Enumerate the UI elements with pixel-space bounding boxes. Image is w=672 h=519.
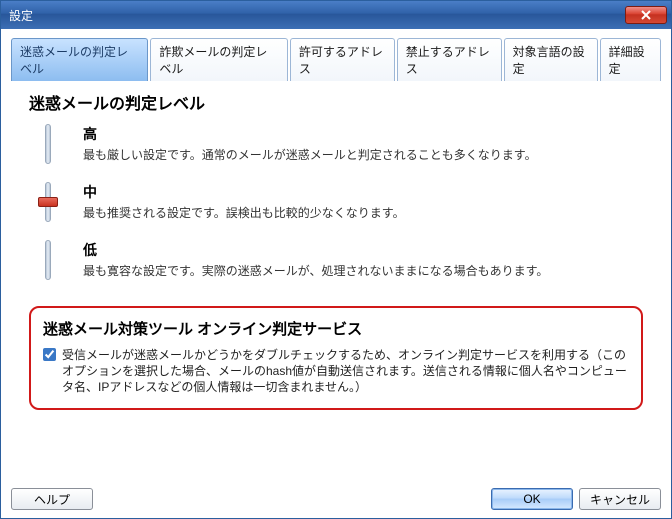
tab-spam-level[interactable]: 迷惑メールの判定レベル: [11, 38, 148, 81]
close-button[interactable]: [625, 6, 667, 24]
panel-title: 迷惑メールの判定レベル: [29, 90, 643, 114]
close-icon: [641, 10, 651, 20]
online-service-option: 受信メールが迷惑メールかどうかをダブルチェックするため、オンライン判定サービスを…: [43, 347, 629, 396]
level-desc-low: 最も寛容な設定です。実際の迷惑メールが、処理されないままになる場合もあります。: [83, 262, 643, 279]
slider-handle-icon: [38, 197, 58, 207]
panel-spam-level: 迷惑メールの判定レベル 高 最も厳しい設定です。通常のメールが迷惑メールと判定さ…: [11, 80, 661, 476]
level-desc-high: 最も厳しい設定です。通常のメールが迷惑メールと判定されることも多くなります。: [83, 146, 643, 163]
ok-button[interactable]: OK: [491, 488, 573, 510]
cancel-button[interactable]: キャンセル: [579, 488, 661, 510]
slider-track-low[interactable]: [37, 240, 59, 280]
titlebar: 設定: [1, 1, 671, 29]
level-row-high: 高 最も厳しい設定です。通常のメールが迷惑メールと判定されることも多くなります。: [29, 124, 643, 164]
online-service-title: 迷惑メール対策ツール オンライン判定サービス: [43, 318, 629, 339]
level-label-low: 低: [83, 240, 643, 260]
settings-window: 設定 迷惑メールの判定レベル 詐欺メールの判定レベル 許可するアドレス 禁止する…: [0, 0, 672, 519]
online-service-box: 迷惑メール対策ツール オンライン判定サービス 受信メールが迷惑メールかどうかをダ…: [29, 306, 643, 410]
client-area: 迷惑メールの判定レベル 詐欺メールの判定レベル 許可するアドレス 禁止するアドレ…: [1, 29, 671, 484]
level-row-mid: 中 最も推奨される設定です。誤検出も比較的少なくなります。: [29, 182, 643, 222]
tab-target-language[interactable]: 対象言語の設定: [504, 38, 598, 81]
online-service-label: 受信メールが迷惑メールかどうかをダブルチェックするため、オンライン判定サービスを…: [62, 347, 629, 396]
level-label-mid: 中: [83, 182, 643, 202]
slider-thumb[interactable]: [37, 182, 59, 222]
tab-advanced[interactable]: 詳細設定: [600, 38, 661, 81]
tab-allow-addresses[interactable]: 許可するアドレス: [290, 38, 395, 81]
slider-track-high[interactable]: [37, 124, 59, 164]
tab-block-addresses[interactable]: 禁止するアドレス: [397, 38, 502, 81]
window-title: 設定: [9, 7, 625, 24]
button-row: ヘルプ OK キャンセル: [1, 484, 671, 518]
level-desc-mid: 最も推奨される設定です。誤検出も比較的少なくなります。: [83, 204, 643, 221]
level-label-high: 高: [83, 124, 643, 144]
level-row-low: 低 最も寛容な設定です。実際の迷惑メールが、処理されないままになる場合もあります…: [29, 240, 643, 280]
help-button[interactable]: ヘルプ: [11, 488, 93, 510]
online-service-checkbox[interactable]: [43, 348, 56, 361]
tab-bar: 迷惑メールの判定レベル 詐欺メールの判定レベル 許可するアドレス 禁止するアドレ…: [11, 37, 661, 80]
tab-fraud-level[interactable]: 詐欺メールの判定レベル: [150, 38, 287, 81]
